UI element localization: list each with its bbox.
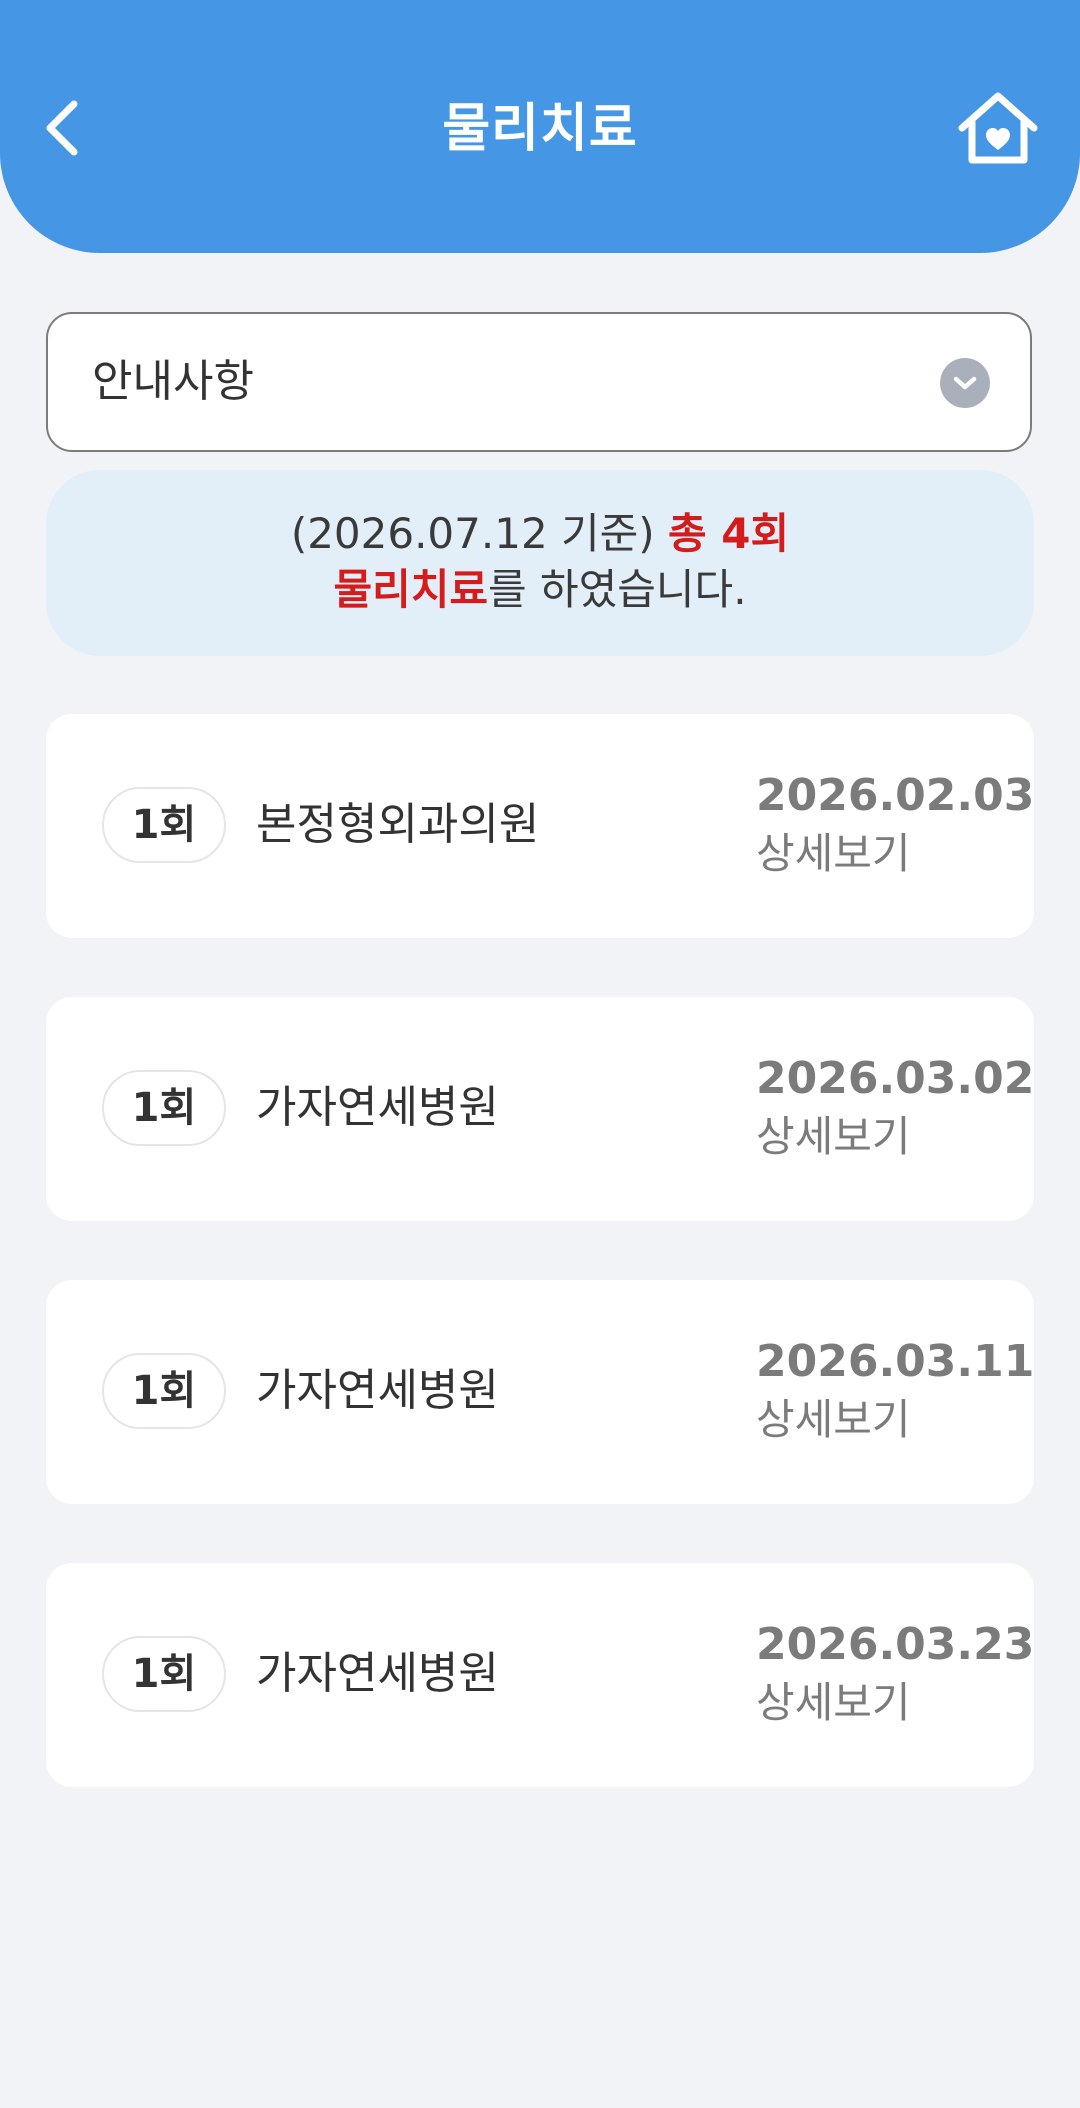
record-item[interactable]: 1회 가자연세병원 2026.03.02 상세보기 bbox=[46, 997, 1034, 1221]
hospital-name: 가자연세병원 bbox=[256, 1648, 499, 1699]
detail-link[interactable]: 상세보기 bbox=[756, 1675, 911, 1731]
record-list: 1회 본정형외과의원 2026.02.03 상세보기 1회 가자연세병원 202… bbox=[46, 714, 1034, 1846]
hospital-name: 가자연세병원 bbox=[256, 1365, 499, 1416]
detail-link[interactable]: 상세보기 bbox=[756, 1109, 911, 1165]
summary-suffix: 를 하였습니다. bbox=[488, 565, 747, 614]
record-date: 2026.02.03 bbox=[756, 770, 1035, 821]
home-button[interactable] bbox=[956, 88, 1040, 168]
home-heart-icon bbox=[958, 92, 1038, 164]
detail-link[interactable]: 상세보기 bbox=[756, 1392, 911, 1448]
summary-treatment: 물리치료 bbox=[333, 565, 488, 614]
detail-link[interactable]: 상세보기 bbox=[756, 826, 911, 882]
summary-prefix: (2026.07.12 기준) bbox=[290, 509, 669, 558]
record-item[interactable]: 1회 가자연세병원 2026.03.23 상세보기 bbox=[46, 1563, 1034, 1787]
count-badge: 1회 bbox=[102, 787, 226, 863]
record-date: 2026.03.02 bbox=[756, 1053, 1035, 1104]
notice-label: 안내사항 bbox=[92, 356, 254, 407]
record-item[interactable]: 1회 본정형외과의원 2026.02.03 상세보기 bbox=[46, 714, 1034, 938]
record-item[interactable]: 1회 가자연세병원 2026.03.11 상세보기 bbox=[46, 1280, 1034, 1504]
notice-dropdown[interactable]: 안내사항 bbox=[46, 312, 1032, 452]
header-bar: 물리치료 bbox=[0, 0, 1080, 253]
page-title: 물리치료 bbox=[442, 99, 638, 159]
summary-total: 총 4회 bbox=[668, 509, 790, 558]
count-badge: 1회 bbox=[102, 1636, 226, 1712]
count-badge: 1회 bbox=[102, 1070, 226, 1146]
hospital-name: 본정형외과의원 bbox=[256, 799, 540, 850]
treatment-summary: (2026.07.12 기준) 총 4회 물리치료를 하였습니다. bbox=[46, 470, 1034, 656]
hospital-name: 가자연세병원 bbox=[256, 1082, 499, 1133]
record-date: 2026.03.11 bbox=[756, 1336, 1035, 1387]
count-badge: 1회 bbox=[102, 1353, 226, 1429]
chevron-down-icon bbox=[940, 358, 990, 408]
record-date: 2026.03.23 bbox=[756, 1619, 1035, 1670]
